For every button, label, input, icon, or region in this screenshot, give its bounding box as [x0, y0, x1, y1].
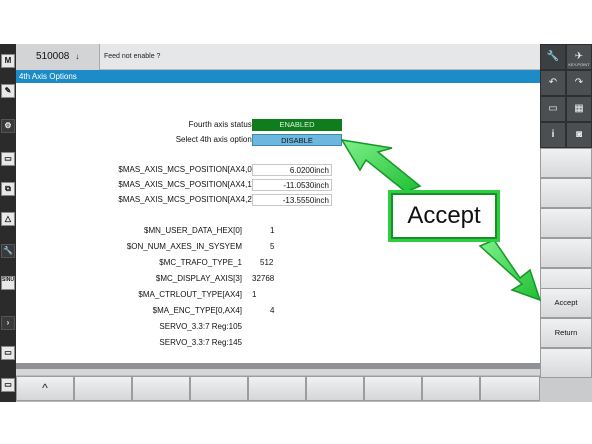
param-label-4: $MA_CTRLOUT_TYPE[AX4]	[138, 290, 242, 299]
softkey-4[interactable]	[540, 238, 592, 268]
expand-icon[interactable]: ›	[1, 316, 15, 330]
edit-icon[interactable]: ✎	[1, 84, 15, 98]
undo-icon[interactable]: ↶	[540, 70, 566, 96]
left-toolbar: M ✎ ⚙ ▭ ⧉ △ 🔧 SINU › ▭ ▭	[0, 44, 16, 402]
hkey-8[interactable]	[422, 376, 480, 401]
program-icon[interactable]: ▭	[1, 152, 15, 166]
camera-icon[interactable]: ◙	[566, 122, 592, 148]
position-value-2[interactable]: -13.5550inch	[252, 194, 332, 206]
alarm-number-box[interactable]: 510008 ↓	[16, 44, 100, 70]
param-value-0: 1	[270, 226, 275, 235]
wrench-icon[interactable]: 🔧	[1, 244, 15, 258]
softkey-2[interactable]	[540, 178, 592, 208]
copy-icon[interactable]: ⧉	[1, 182, 15, 196]
position-label-1: $MAS_AXIS_MCS_POSITION[AX4,1]	[118, 180, 254, 189]
param-value-5: 4	[270, 306, 275, 315]
param-label-0: $MN_USER_DATA_HEX[0]	[144, 226, 242, 235]
wrench-icon[interactable]: 🔧	[540, 44, 566, 70]
param-value-3: 32768	[252, 274, 275, 283]
redo-icon[interactable]: ↷	[566, 70, 592, 96]
alarm-message: Feed not enable ?	[104, 53, 161, 60]
hkey-2[interactable]	[74, 376, 132, 401]
param-label-1: $ON_NUM_AXES_IN_SYSYEM	[126, 242, 242, 251]
page-title: 4th Axis Options	[16, 70, 540, 83]
hkey-5[interactable]	[248, 376, 306, 401]
screen-alt-icon[interactable]: ▭	[1, 378, 15, 392]
sinumerik-icon[interactable]: SINU	[1, 276, 15, 290]
accept-button[interactable]: Accept	[540, 288, 592, 318]
sinumerik-label: SINU	[2, 277, 14, 283]
param-label-6: SERVO_3.3:7 Reg:105	[159, 322, 242, 331]
param-value-4: 1	[252, 290, 257, 299]
param-label-2: $MC_TRAFO_TYPE_1	[159, 258, 242, 267]
calculator-icon[interactable]: ▦	[566, 96, 592, 122]
alarm-number: 510008	[36, 51, 70, 62]
hkey-7[interactable]	[364, 376, 422, 401]
info-label: i	[551, 129, 555, 140]
screen-icon[interactable]: ▭	[1, 346, 15, 360]
select-4th-axis-label: Select 4th axis option:	[175, 135, 254, 144]
param-label-5: $MA_ENC_TYPE[0,AX4]	[152, 306, 242, 315]
select-4th-axis-toggle[interactable]: DISABLE	[252, 134, 342, 146]
position-value-0[interactable]: 6.0200inch	[252, 164, 332, 176]
keypoint-icon[interactable]: ✈ KEY-POINT	[566, 44, 592, 70]
accept-callout: Accept	[388, 190, 500, 242]
hkey-6[interactable]	[306, 376, 364, 401]
hkey-4[interactable]	[190, 376, 248, 401]
info-icon[interactable]: i	[540, 122, 566, 148]
cnc-screen: M ✎ ⚙ ▭ ⧉ △ 🔧 SINU › ▭ ▭ 510008 ↓ Feed no…	[0, 44, 592, 402]
softkey-3[interactable]	[540, 208, 592, 238]
up-arrow-icon[interactable]: ^	[16, 376, 74, 401]
hkey-3[interactable]	[132, 376, 190, 401]
alarm-header: 510008 ↓ Feed not enable ?	[16, 44, 540, 70]
warning-icon[interactable]: △	[1, 212, 15, 226]
param-value-1: 5	[270, 242, 275, 251]
right-softkey-panel: 🔧 ✈ KEY-POINT ↶ ↷ ▭ ▦ i ◙ Accept Return	[540, 44, 592, 402]
fourth-axis-status-label: Fourth axis status:	[188, 120, 254, 129]
position-label-2: $MAS_AXIS_MCS_POSITION[AX4,2]	[118, 195, 254, 204]
position-value-1[interactable]: -11.0530inch	[252, 179, 332, 191]
bottom-softkey-bar: ^	[16, 375, 540, 402]
param-value-2: 512	[260, 258, 274, 267]
horizontal-scrollbar[interactable]	[16, 363, 540, 369]
machine-icon[interactable]: M	[1, 54, 15, 68]
param-label-3: $MC_DISPLAY_AXIS[3]	[155, 274, 242, 283]
return-button[interactable]: Return	[540, 318, 592, 348]
alarm-down-arrow-icon: ↓	[75, 52, 80, 61]
position-label-0: $MAS_AXIS_MCS_POSITION[AX4,0]	[118, 165, 254, 174]
window-icon[interactable]: ▭	[540, 96, 566, 122]
softkey-1[interactable]	[540, 148, 592, 178]
fourth-axis-status-value: ENABLED	[252, 119, 342, 131]
hkey-9[interactable]	[480, 376, 540, 401]
keypoint-label: KEY-POINT	[568, 62, 590, 67]
machine-label: M	[4, 56, 12, 65]
param-label-7: SERVO_3.3:7 Reg:145	[159, 338, 242, 347]
softkey-8[interactable]	[540, 348, 592, 378]
gear-icon[interactable]: ⚙	[1, 119, 15, 133]
